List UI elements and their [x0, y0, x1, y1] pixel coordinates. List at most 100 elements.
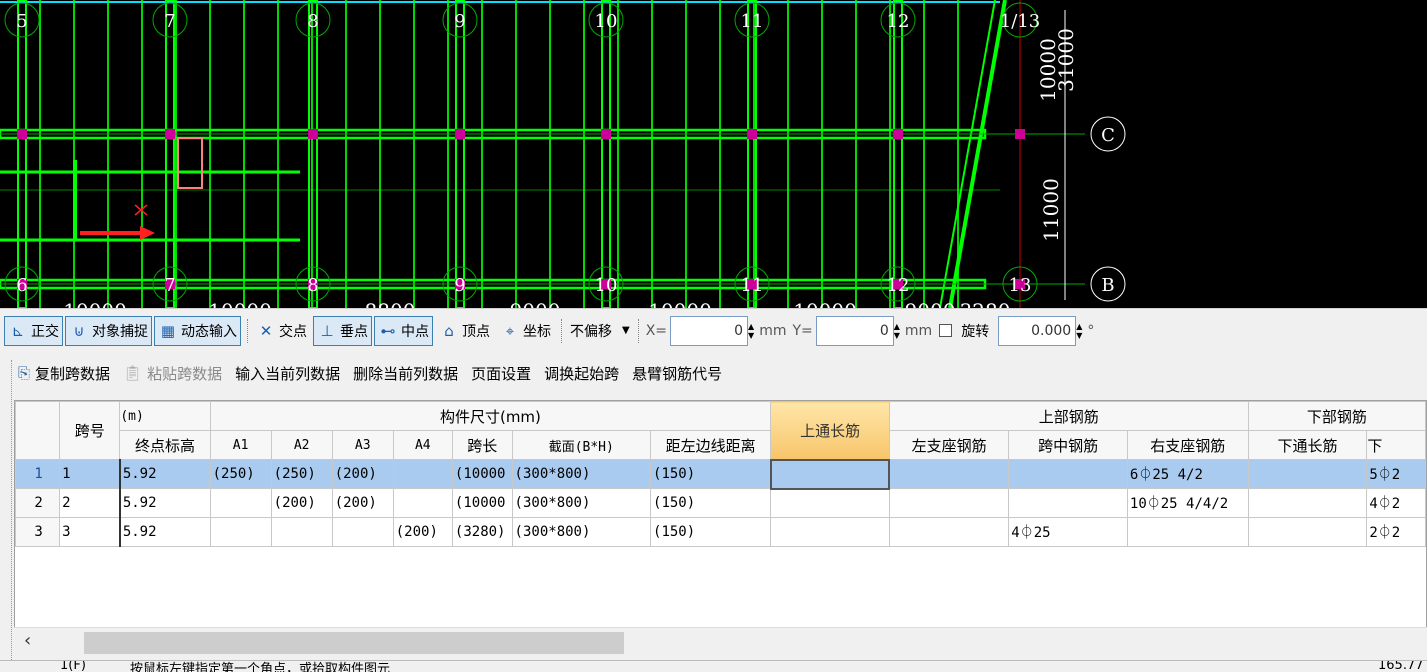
- cell-a4[interactable]: [392, 459, 453, 489]
- cell-top-through[interactable]: [770, 488, 890, 518]
- cad-plan-view[interactable]: 5 7 8 9 10 11 12 1/13 6 7 8 9 10 11 12 13 C B 10000 31000 11…: [0, 0, 1427, 308]
- header-end-elev[interactable]: 终点标高: [119, 430, 211, 460]
- cell-a3[interactable]: [331, 517, 394, 547]
- header-a1[interactable]: A1: [209, 430, 272, 460]
- cell-left-support[interactable]: [888, 517, 1010, 547]
- cell-section[interactable]: (300*800): [511, 517, 652, 547]
- paste-span-button[interactable]: 📋︎ 粘贴跨数据: [123, 363, 222, 384]
- x-input[interactable]: 0: [670, 315, 749, 346]
- cell-section[interactable]: (300*800): [511, 459, 652, 489]
- cell-span-len[interactable]: (3280): [451, 517, 513, 547]
- cell-right-support[interactable]: 10⏀25 4/4/2: [1126, 488, 1249, 518]
- header-left-support[interactable]: 左支座钢筋: [888, 430, 1010, 460]
- row-number[interactable]: 1: [15, 459, 61, 489]
- input-column-button[interactable]: 输入当前列数据: [235, 363, 340, 384]
- row-number[interactable]: 2: [15, 488, 61, 518]
- cell-a1[interactable]: [209, 488, 272, 518]
- cell-bottom-through[interactable]: [1247, 517, 1368, 547]
- rotate-checkbox[interactable]: [939, 324, 953, 337]
- header-dist-left[interactable]: 距左边线距离: [650, 430, 772, 460]
- vertex-snap-button[interactable]: ⌂ 顶点: [435, 316, 494, 346]
- column-beam: [17, 0, 27, 308]
- header-span-no[interactable]: 跨号: [59, 401, 121, 460]
- cell-mid-span[interactable]: 4⏀25: [1008, 517, 1128, 547]
- cell-a2[interactable]: (250): [270, 459, 333, 489]
- cell-end-elev[interactable]: 5.92: [118, 488, 211, 518]
- scroll-left-icon[interactable]: ‹: [24, 630, 31, 651]
- rotate-spinner[interactable]: ▲ ▼: [1076, 322, 1082, 340]
- cell-span-len[interactable]: (10000: [451, 488, 513, 518]
- cell-dist-left[interactable]: (150): [650, 488, 772, 518]
- header-right-support[interactable]: 右支座钢筋: [1126, 430, 1249, 460]
- coordinate-snap-button[interactable]: ⌖ 坐标: [496, 316, 555, 346]
- cell-a4[interactable]: [392, 488, 453, 518]
- cell-dist-left[interactable]: (150): [650, 459, 772, 489]
- cell-a3[interactable]: (200): [331, 488, 394, 518]
- table-row[interactable]: 2 2 5.92 (200) (200) (10000 (300*800) (150) 10⏀2…: [15, 488, 1426, 518]
- cell-end-elev[interactable]: 5.92: [118, 459, 211, 489]
- page-setup-button[interactable]: 页面设置: [471, 363, 531, 384]
- header-section[interactable]: 截面(B*H): [511, 430, 652, 460]
- header-bottom-group: 下部钢筋: [1247, 401, 1426, 431]
- cad-drawing-canvas[interactable]: 5 7 8 9 10 11 12 1/13 6 7 8 9 10 11 12 13 C B 10000 31000 11…: [0, 0, 1427, 308]
- cell-span-no[interactable]: 1: [59, 459, 121, 489]
- cell-a1[interactable]: [209, 517, 272, 547]
- cell-bottom-next[interactable]: 2⏀2: [1366, 517, 1426, 547]
- delete-column-button[interactable]: 删除当前列数据: [353, 363, 458, 384]
- cell-bottom-next[interactable]: 4⏀2: [1366, 488, 1426, 518]
- cell-right-support[interactable]: [1126, 517, 1249, 547]
- cantilever-code-button[interactable]: 悬臂钢筋代号: [632, 363, 722, 384]
- cell-a4[interactable]: (200): [392, 517, 453, 547]
- cell-right-support[interactable]: 6⏀25 4/2: [1126, 459, 1249, 489]
- cell-top-through[interactable]: [770, 517, 890, 547]
- cell-mid-span[interactable]: [1008, 459, 1128, 489]
- cell-a2[interactable]: [270, 517, 333, 547]
- table-row[interactable]: 1 1 5.92 (250) (250) (200) (10000 (300*800) (150…: [15, 458, 1426, 490]
- cell-a1[interactable]: (250): [209, 459, 272, 489]
- cell-bottom-next[interactable]: 5⏀2: [1366, 459, 1426, 489]
- cell-section[interactable]: (300*800): [511, 488, 652, 518]
- panel-splitter[interactable]: [0, 360, 12, 660]
- cell-span-no[interactable]: 3: [59, 517, 121, 547]
- midpoint-snap-button[interactable]: ⊷ 中点: [374, 315, 433, 346]
- header-span-len[interactable]: 跨长: [451, 430, 513, 460]
- cell-bottom-through[interactable]: [1247, 459, 1368, 489]
- offset-mode-select[interactable]: 不偏移 ▼: [566, 318, 634, 344]
- x-spinner[interactable]: ▲ ▼: [748, 322, 754, 340]
- y-input[interactable]: 0: [815, 315, 894, 346]
- header-mid-span[interactable]: 跨中钢筋: [1008, 430, 1128, 460]
- perpendicular-icon: ⊥: [320, 321, 334, 340]
- header-bottom-through[interactable]: 下通长筋: [1247, 430, 1368, 460]
- cell-a2[interactable]: (200): [270, 488, 333, 518]
- copy-span-button[interactable]: ⎘ 复制跨数据: [18, 363, 110, 384]
- ortho-button[interactable]: ⊾ 正交: [4, 315, 63, 346]
- cell-dist-left[interactable]: (150): [650, 517, 772, 547]
- dynamic-input-button[interactable]: ▦ 动态输入: [154, 315, 241, 346]
- cell-mid-span[interactable]: [1008, 488, 1128, 518]
- swap-start-span-button[interactable]: 调换起始跨: [544, 363, 619, 384]
- x-unit: mm: [759, 322, 787, 339]
- cell-span-len[interactable]: (10000: [451, 459, 513, 489]
- header-top-through[interactable]: 上通长筋: [770, 401, 890, 460]
- perpendicular-snap-button[interactable]: ⊥ 垂点: [313, 315, 372, 346]
- cell-a3[interactable]: (200): [331, 459, 394, 489]
- y-spinner[interactable]: ▲ ▼: [894, 322, 900, 340]
- cell-span-no[interactable]: 2: [59, 488, 121, 518]
- cell-left-support[interactable]: [888, 488, 1010, 518]
- cell-left-support[interactable]: [888, 459, 1010, 489]
- horizontal-scrollbar[interactable]: ‹: [14, 627, 1427, 657]
- cell-top-through[interactable]: [769, 458, 891, 490]
- header-a3[interactable]: A3: [331, 430, 394, 460]
- header-a4[interactable]: A4: [392, 430, 453, 460]
- span-data-grid[interactable]: 跨号 (m) 构件尺寸(mm) 上通长筋 上部钢筋 下部钢筋 终点标高 A1 A…: [14, 400, 1427, 656]
- table-row[interactable]: 3 3 5.92 (200) (3280) (300*800) (150) 4⏀25 2⏀2: [15, 517, 1426, 547]
- object-snap-button[interactable]: ⊍ 对象捕捉: [65, 315, 152, 346]
- cell-bottom-through[interactable]: [1247, 488, 1368, 518]
- header-a2[interactable]: A2: [270, 430, 333, 460]
- rotate-input[interactable]: 0.000: [998, 315, 1077, 346]
- cell-end-elev[interactable]: 5.92: [118, 517, 211, 547]
- row-number[interactable]: 3: [15, 517, 61, 547]
- intersection-snap-button[interactable]: ✕ 交点: [252, 316, 311, 346]
- scroll-thumb[interactable]: [84, 632, 624, 654]
- header-bottom-next[interactable]: 下: [1366, 430, 1426, 460]
